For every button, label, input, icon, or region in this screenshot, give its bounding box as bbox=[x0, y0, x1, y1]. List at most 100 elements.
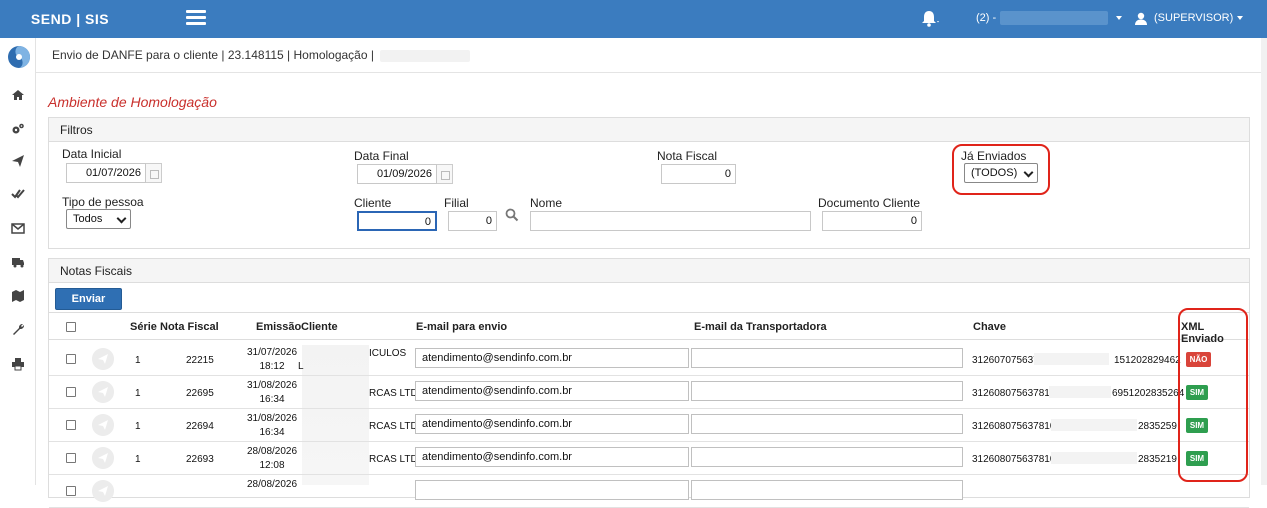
bell-icon[interactable] bbox=[919, 9, 941, 29]
row-chave-redacted bbox=[1051, 452, 1137, 464]
send-icon[interactable] bbox=[92, 414, 114, 436]
nome-label: Nome bbox=[530, 196, 563, 210]
filial-input[interactable]: 0 bbox=[448, 211, 497, 231]
col-chave: Chave bbox=[973, 321, 1007, 333]
data-inicial-label: Data Inicial bbox=[62, 147, 122, 161]
enviar-button[interactable]: Enviar bbox=[55, 288, 122, 310]
user-menu[interactable]: (SUPERVISOR) bbox=[1134, 0, 1244, 38]
select-all-checkbox[interactable] bbox=[66, 322, 76, 332]
tipo-pessoa-value: Todos bbox=[73, 213, 103, 225]
row-chave-b: 69512028352​64 bbox=[1112, 388, 1185, 399]
col-cliente: Cliente bbox=[301, 321, 338, 333]
print-icon[interactable] bbox=[11, 357, 25, 371]
send-icon[interactable] bbox=[92, 381, 114, 403]
row-transp-email-input[interactable] bbox=[691, 447, 963, 467]
row-email-input[interactable]: atendimento@sendinfo.com.br bbox=[415, 447, 689, 467]
double-check-icon[interactable] bbox=[11, 187, 25, 201]
data-final-input[interactable]: 01/09/2026 bbox=[357, 164, 437, 184]
send-icon[interactable] bbox=[92, 480, 114, 502]
row-checkbox[interactable] bbox=[66, 420, 76, 430]
row-date: 31/07/2026 bbox=[247, 347, 298, 358]
row-chave-redacted bbox=[1034, 353, 1109, 365]
row-checkbox[interactable] bbox=[66, 486, 76, 496]
chevron-down-icon bbox=[1237, 16, 1244, 21]
truck-icon[interactable] bbox=[11, 255, 25, 269]
row-email-input[interactable]: atendimento@sendinfo.com.br bbox=[415, 348, 689, 368]
search-icon[interactable] bbox=[505, 208, 519, 222]
row-email-input[interactable]: atendimento@sendinfo.com.br bbox=[415, 381, 689, 401]
row-chave-b: 2835259 bbox=[1138, 421, 1177, 432]
envelope-icon[interactable] bbox=[11, 221, 25, 235]
row-checkbox[interactable] bbox=[66, 354, 76, 364]
ja-enviados-label: Já Enviados bbox=[961, 149, 1027, 163]
gears-icon[interactable] bbox=[11, 122, 25, 136]
row-email-input[interactable]: atendimento@sendinfo.com.br bbox=[415, 414, 689, 434]
table-row[interactable]: 1 22215 31/07/2026 18:12 L ICULOS atendi… bbox=[49, 343, 1249, 376]
branch-prefix: (2) - bbox=[976, 12, 997, 24]
app-logo-icon[interactable] bbox=[7, 45, 31, 69]
row-chave-redacted bbox=[1049, 386, 1111, 398]
chevron-down-icon bbox=[116, 213, 127, 224]
send-icon[interactable] bbox=[92, 447, 114, 469]
filters-panel: Filtros Data Inicial 01/07/2026 Data Fin… bbox=[48, 117, 1250, 249]
row-nota: 22695 bbox=[186, 388, 214, 399]
breadcrumb-text: Envio de DANFE para o cliente | 23.14811… bbox=[52, 48, 374, 62]
menu-icon[interactable] bbox=[186, 10, 206, 26]
breadcrumb: Envio de DANFE para o cliente | 23.14811… bbox=[36, 38, 1261, 73]
row-time: 16:34 bbox=[259, 427, 285, 438]
nota-fiscal-label: Nota Fiscal bbox=[657, 149, 718, 163]
cliente-label: Cliente bbox=[354, 196, 392, 210]
ja-enviados-select[interactable]: (TODOS) bbox=[964, 163, 1038, 183]
table-row[interactable]: 1 22695 31/08/2026 16:34 RCAS LTDA atend… bbox=[49, 376, 1249, 409]
table-row[interactable]: 28/08/2026 bbox=[49, 475, 1249, 508]
send-icon[interactable] bbox=[11, 154, 25, 168]
table-row[interactable]: 1 22694 31/08/2026 16:34 RCAS LTDA atend… bbox=[49, 409, 1249, 442]
calendar-icon[interactable] bbox=[146, 163, 162, 183]
nota-fiscal-input[interactable]: 0 bbox=[661, 164, 736, 184]
row-transp-email-input[interactable] bbox=[691, 480, 963, 500]
ja-enviados-value: (TODOS) bbox=[971, 167, 1018, 179]
tipo-pessoa-select[interactable]: Todos bbox=[66, 209, 131, 229]
col-nota-fiscal: Nota Fiscal bbox=[160, 321, 219, 333]
row-cliente: ICULOS bbox=[369, 348, 407, 359]
top-bar: SEND | SIS (2) - (SUPERVISOR) bbox=[0, 0, 1267, 38]
notas-panel: Notas Fiscais Enviar Série Nota Fiscal E… bbox=[48, 258, 1250, 508]
row-checkbox[interactable] bbox=[66, 453, 76, 463]
documento-cliente-input[interactable]: 0 bbox=[822, 211, 922, 231]
map-icon[interactable] bbox=[11, 289, 25, 303]
row-chave-a: 3126080756378100 bbox=[972, 421, 1061, 432]
row-nota: 22693 bbox=[186, 454, 214, 465]
calendar-icon[interactable] bbox=[437, 164, 453, 184]
table-row[interactable]: 1 22693 28/08/2026 12:08 RCAS LTDA atend… bbox=[49, 442, 1249, 475]
nome-input[interactable] bbox=[530, 211, 811, 231]
highlight-xml-enviado bbox=[1178, 308, 1248, 482]
data-inicial-input[interactable]: 01/07/2026 bbox=[66, 163, 146, 183]
row-transp-email-input[interactable] bbox=[691, 414, 963, 434]
row-date: 31/08/2026 bbox=[247, 413, 298, 424]
row-time: 18:12 bbox=[259, 361, 285, 372]
row-serie: 1 bbox=[135, 421, 141, 432]
branch-selector[interactable]: (2) - bbox=[976, 0, 1123, 38]
row-chave-a: 312608075637810 bbox=[972, 388, 1056, 399]
row-nota: 22694 bbox=[186, 421, 214, 432]
send-icon[interactable] bbox=[92, 348, 114, 370]
row-time: 12:08 bbox=[259, 460, 285, 471]
row-date: 31/08/2026 bbox=[247, 380, 298, 391]
branch-name-redacted bbox=[1000, 11, 1109, 26]
home-icon[interactable] bbox=[11, 88, 25, 102]
wrench-icon[interactable] bbox=[11, 322, 25, 336]
row-transp-email-input[interactable] bbox=[691, 348, 963, 368]
row-cliente-2: L bbox=[298, 361, 304, 372]
row-nota: 22215 bbox=[186, 355, 214, 366]
col-emissao: Emissão bbox=[256, 321, 302, 333]
row-transp-email-input[interactable] bbox=[691, 381, 963, 401]
row-checkbox[interactable] bbox=[66, 387, 76, 397]
page-scrollbar[interactable] bbox=[1261, 38, 1267, 485]
row-date: 28/08/2026 bbox=[247, 446, 298, 457]
chevron-down-icon bbox=[1116, 16, 1123, 21]
table-header bbox=[49, 312, 1249, 340]
row-email-input[interactable] bbox=[415, 480, 689, 500]
sidebar bbox=[0, 38, 36, 485]
brand-logo[interactable]: SEND | SIS bbox=[0, 0, 140, 38]
cliente-input[interactable]: 0 bbox=[357, 211, 437, 231]
